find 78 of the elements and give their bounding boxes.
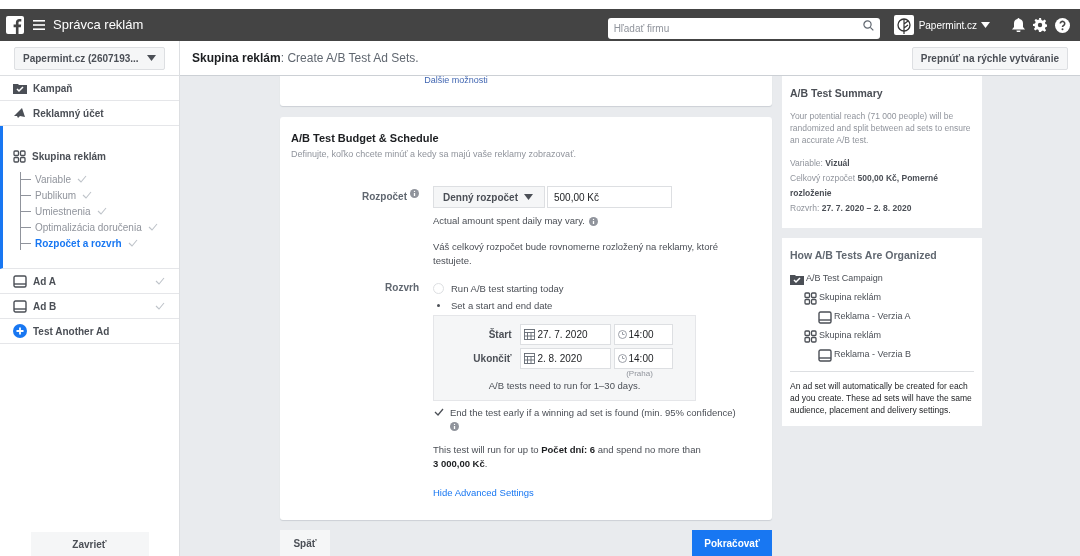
summary-text: This test will run for up to Počet dní: 6 and spend no more than 3 000,00 Kč. [433,442,702,471]
card-title: A/B Test Summary [790,86,884,101]
tree-item: Skupina reklám [819,291,882,305]
summary-detail: Rozvrh: 27. 7. 2020 – 2. 8. 2020 [790,201,913,215]
field-label: Štart [487,327,513,343]
folder-icon [790,273,804,285]
clock-icon [617,354,627,364]
time-field[interactable]: 14:00 [613,348,673,370]
facebook-logo [6,16,24,34]
help-text: Actual amount spent daily may vary. [433,214,585,228]
account-selector[interactable]: Papermint.cz (2607193... [14,46,165,70]
ad-frame-icon [818,348,832,362]
section-subtitle: Definujte, koľko chcete minúť a kedy sa majú vaše reklamy zobrazovať. [291,147,577,161]
help-icon [1055,17,1070,33]
sidebar-item[interactable]: Reklamný účet [13,101,179,125]
app-title: Správca reklám [53,16,144,35]
caret-icon [524,194,533,200]
continue-button[interactable]: Pokračovať [692,530,772,556]
time-field[interactable]: 14:00 [613,324,673,346]
grid-icon [13,149,26,163]
sidebar-item[interactable]: Test Another Ad [13,319,179,343]
radio-option[interactable]: Set a start and end date [433,297,763,315]
field-label: Ukončiť [472,352,513,367]
page-title: Skupina reklám: Create A/B Test Ad Sets. [192,50,419,67]
sidebar-item[interactable]: Skupina reklám [13,148,179,164]
info-icon [588,216,598,226]
field-label: Rozvrh [385,281,419,296]
search-icon [862,19,874,31]
ad-frame-icon [13,299,27,313]
grid-icon [804,329,817,343]
summary-detail: Variable: Vizuál [790,156,851,170]
card-text: Your potential reach (71 000 people) will be randomized and split between ad sets to ensure an accurate A/B test. [790,109,972,146]
plus-icon [13,324,27,338]
caret-icon [147,55,156,61]
advanced-settings-link[interactable]: Hide Advanced Settings [433,486,534,498]
leaf-logo-icon [893,15,914,35]
help-text: A/B tests need to run for 1–30 days. [488,379,641,394]
checkbox[interactable] [433,406,444,418]
folder-icon [13,82,27,94]
menu-icon [33,20,45,30]
grid-icon [804,291,817,305]
info-icon [410,189,419,198]
sidebar-item[interactable]: Ad B [13,294,179,318]
tree-item: Reklama - Verzia B [834,348,912,362]
date-field[interactable]: 2. 8. 2020 [519,348,611,370]
help-text: Váš celkový rozpočet bude rovnomerne rozložený na reklamy, ktoré testujete. [433,240,719,269]
caret-icon [981,22,990,28]
bell-icon [1012,18,1025,32]
search-field[interactable]: Hľadať firmu [607,17,880,39]
calendar-icon [523,329,535,341]
card-text: An ad set will automatically be created for each ad you create. These ad sets will have the same audience, placement and delivery settings. [790,379,973,416]
ad-frame-icon [13,274,27,288]
ad-frame-icon [818,310,832,324]
settings-icon [1033,18,1047,32]
megaphone-icon [13,107,27,119]
checkbox-label: End the test early if a winning ad set is found (min. 95% confidence) [450,405,736,420]
summary-detail: Celkový rozpočet 500,00 Kč, Pomerné rozloženie [790,171,939,200]
calendar-icon [523,353,535,365]
step-link[interactable]: Rozpočet a rozvrh [35,235,122,251]
switch-button[interactable]: Prepnúť na rýchle vytváranie [911,46,1068,70]
card-title: How A/B Tests Are Organized [790,247,938,263]
sidebar-item[interactable]: Ad A [13,269,179,293]
field-label: Rozpočet [362,190,407,204]
back-button[interactable]: Späť [280,530,330,556]
close-button[interactable]: Zavrieť [30,532,149,556]
account-menu[interactable]: Papermint.cz [918,17,990,33]
tree-item: Reklama - Verzia A [834,310,911,324]
timezone-label: (Praha) [626,369,653,380]
budget-type-dropdown[interactable]: Denný rozpočet [433,186,545,208]
clock-icon [617,330,627,340]
budget-input[interactable]: 500,00 Kč [547,186,672,208]
section-title: A/B Test Budget & Schedule [291,131,440,146]
sidebar-item[interactable]: Kampaň [13,76,179,100]
tree-item: Skupina reklám [819,329,882,343]
date-field[interactable]: 27. 7. 2020 [519,324,611,346]
tree-item: A/B Test Campaign [806,272,883,286]
info-icon [450,421,459,431]
radio-option[interactable]: Run A/B test starting today [433,280,763,298]
